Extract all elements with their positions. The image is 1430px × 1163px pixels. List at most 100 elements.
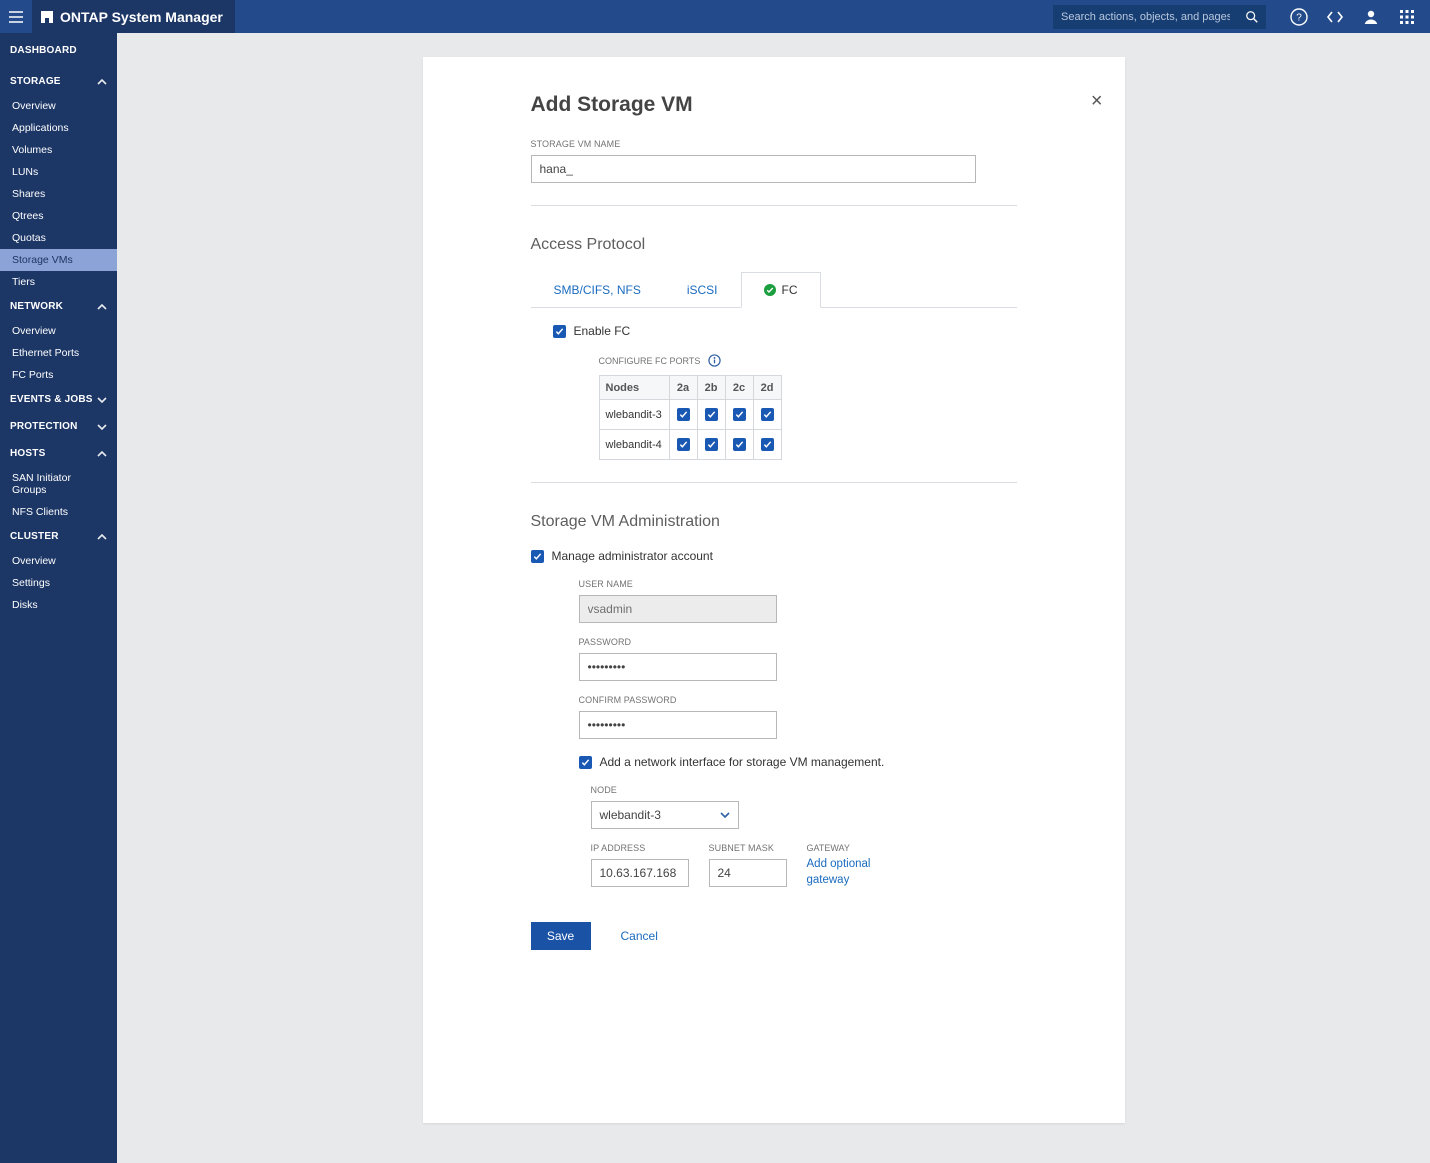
ip-input[interactable] [591,859,689,887]
help-button[interactable]: ? [1290,8,1308,26]
sidebar-item-luns[interactable]: LUNs [0,161,117,183]
port-checkbox-wlebandit-3-2b[interactable] [705,408,718,421]
port-checkbox-wlebandit-4-2b[interactable] [705,438,718,451]
sidebar-item-overview[interactable]: Overview [0,320,117,342]
ports-col-2c: 2c [725,376,753,400]
admin-heading: Storage VM Administration [531,513,1017,531]
sidebar-item-san-initiator-groups[interactable]: SAN Initiator Groups [0,467,117,501]
svg-text:?: ? [1296,12,1302,23]
check-icon [533,552,542,561]
ports-col-2d: 2d [753,376,781,400]
storage-vm-name-input[interactable] [531,155,976,183]
sidebar-item-storage-vms[interactable]: Storage VMs [0,249,117,271]
enable-fc-label: Enable FC [574,324,631,338]
sidebar-section-storage[interactable]: STORAGE [0,68,117,95]
mask-input[interactable] [709,859,787,887]
sidebar-item-disks[interactable]: Disks [0,594,117,616]
sidebar-section-network[interactable]: NETWORK [0,293,117,320]
sidebar: DASHBOARDSTORAGEOverviewApplicationsVolu… [0,33,117,1163]
manage-admin-label: Manage administrator account [552,549,713,563]
check-icon [679,440,688,449]
search-icon [1245,10,1259,24]
sidebar-section-hosts[interactable]: HOSTS [0,440,117,467]
info-icon[interactable] [708,354,721,367]
tab-iscsi[interactable]: iSCSI [664,272,741,307]
check-icon [763,440,772,449]
sidebar-section-cluster[interactable]: CLUSTER [0,523,117,550]
sidebar-item-quotas[interactable]: Quotas [0,227,117,249]
enable-fc-checkbox[interactable] [553,325,566,338]
tab-fc[interactable]: FC [741,272,821,308]
sidebar-dashboard[interactable]: DASHBOARD [0,33,117,68]
sidebar-item-applications[interactable]: Applications [0,117,117,139]
password-label: PASSWORD [579,637,777,647]
ip-label: IP ADDRESS [591,843,689,853]
menu-toggle-button[interactable] [0,0,32,33]
add-nic-checkbox[interactable] [579,756,592,769]
divider [531,482,1017,483]
hamburger-icon [8,9,24,25]
chevron-down-icon [97,395,107,405]
password-input[interactable] [579,653,777,681]
name-label: STORAGE VM NAME [531,139,1017,149]
port-checkbox-wlebandit-3-2c[interactable] [733,408,746,421]
sidebar-item-fc-ports[interactable]: FC Ports [0,364,117,386]
check-icon [735,440,744,449]
cancel-button[interactable]: Cancel [615,928,664,944]
search-input[interactable] [1053,5,1238,29]
user-button[interactable] [1362,8,1380,26]
check-circle-icon [764,284,776,296]
tab-smb-cifs-nfs[interactable]: SMB/CIFS, NFS [531,272,664,307]
username-label: USER NAME [579,579,777,589]
top-bar: ONTAP System Manager ? [0,0,1430,33]
manage-admin-checkbox[interactable] [531,550,544,563]
sidebar-section-protection[interactable]: PROTECTION [0,413,117,440]
add-gateway-link[interactable]: Add optional gateway [807,857,877,888]
chevron-up-icon [97,302,107,312]
search-button[interactable] [1238,5,1266,29]
port-checkbox-wlebandit-3-2d[interactable] [761,408,774,421]
netapp-logo-icon [40,10,54,24]
sidebar-item-volumes[interactable]: Volumes [0,139,117,161]
ports-row: wlebandit-4 [599,430,781,460]
access-protocol-heading: Access Protocol [531,236,1017,254]
confirm-password-label: CONFIRM PASSWORD [579,695,777,705]
close-icon: × [1091,90,1103,112]
node-label: NODE [591,785,1017,795]
ports-row: wlebandit-3 [599,400,781,430]
sidebar-item-shares[interactable]: Shares [0,183,117,205]
sidebar-item-overview[interactable]: Overview [0,95,117,117]
add-storage-vm-card: × Add Storage VM STORAGE VM NAME Access … [423,57,1125,1123]
port-checkbox-wlebandit-4-2a[interactable] [677,438,690,451]
sidebar-item-settings[interactable]: Settings [0,572,117,594]
check-icon [679,410,688,419]
sidebar-item-tiers[interactable]: Tiers [0,271,117,293]
global-search [1053,5,1266,29]
code-icon [1326,8,1344,26]
node-value: wlebandit-3 [600,808,661,822]
sidebar-item-ethernet-ports[interactable]: Ethernet Ports [0,342,117,364]
chevron-up-icon [97,532,107,542]
check-icon [735,410,744,419]
ports-col-2b: 2b [697,376,725,400]
save-button[interactable]: Save [531,922,591,950]
close-button[interactable]: × [1091,91,1103,111]
confirm-password-input[interactable] [579,711,777,739]
help-icon: ? [1290,8,1308,26]
sidebar-section-events-jobs[interactable]: EVENTS & JOBS [0,386,117,413]
divider [531,205,1017,206]
sidebar-item-nfs-clients[interactable]: NFS Clients [0,501,117,523]
node-select[interactable]: wlebandit-3 [591,801,739,829]
port-checkbox-wlebandit-3-2a[interactable] [677,408,690,421]
card-title: Add Storage VM [531,93,1017,117]
apps-button[interactable] [1398,8,1416,26]
port-checkbox-wlebandit-4-2d[interactable] [761,438,774,451]
chevron-up-icon [97,449,107,459]
api-button[interactable] [1326,8,1344,26]
sidebar-item-overview[interactable]: Overview [0,550,117,572]
port-checkbox-wlebandit-4-2c[interactable] [733,438,746,451]
user-icon [1362,8,1380,26]
ports-nodes-header: Nodes [599,376,669,400]
top-right-icons: ? [1266,8,1430,26]
sidebar-item-qtrees[interactable]: Qtrees [0,205,117,227]
